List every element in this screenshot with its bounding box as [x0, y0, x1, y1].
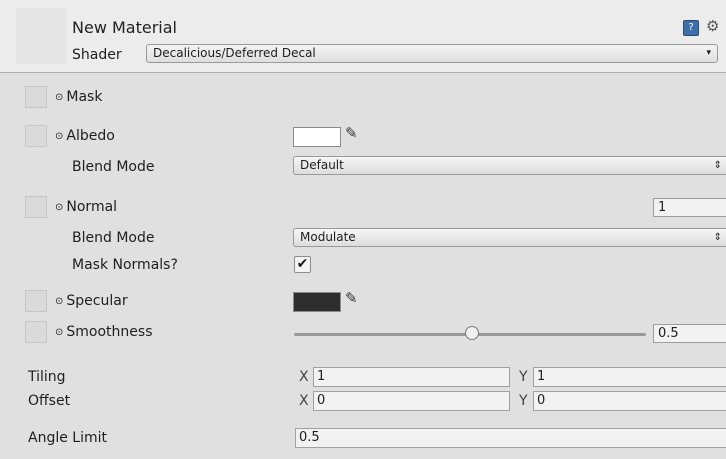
mask-label: ⊙ Mask — [55, 89, 103, 105]
shader-dropdown-value: Decalicious/Deferred Decal — [153, 46, 316, 60]
albedo-label: ⊙ Albedo — [55, 128, 115, 144]
eyedropper-icon[interactable]: ✎ — [345, 124, 358, 142]
material-title: New Material — [72, 18, 177, 37]
normal-label: ⊙ Normal — [55, 199, 118, 215]
mask-normals-label: Mask Normals? — [72, 257, 178, 273]
albedo-blend-mode-label: Blend Mode — [72, 159, 155, 175]
tiling-x-label: X — [299, 369, 309, 385]
chevron-down-icon: ▾ — [706, 48, 711, 58]
texture-dot-icon: ⊙ — [55, 131, 64, 142]
smoothness-texture-slot[interactable] — [25, 321, 47, 343]
updown-arrows-icon: ⇕ — [713, 160, 722, 171]
texture-dot-icon: ⊙ — [55, 296, 64, 307]
texture-dot-icon: ⊙ — [55, 92, 64, 103]
offset-y-label: Y — [519, 393, 528, 409]
offset-x-field[interactable]: 0 — [313, 391, 510, 411]
normal-texture-slot[interactable] — [25, 196, 47, 218]
albedo-blend-mode-value: Default — [300, 158, 344, 172]
help-book-icon[interactable]: ? — [683, 20, 699, 36]
tiling-y-field[interactable]: 1 — [533, 367, 726, 387]
smoothness-value-field[interactable]: 0.5 — [653, 324, 726, 343]
eyedropper-icon[interactable]: ✎ — [345, 289, 358, 307]
tiling-x-field[interactable]: 1 — [313, 367, 510, 387]
texture-dot-icon: ⊙ — [55, 327, 64, 338]
gear-icon[interactable]: ⚙ — [706, 17, 719, 35]
shader-label: Shader — [72, 47, 122, 63]
albedo-texture-slot[interactable] — [25, 125, 47, 147]
updown-arrows-icon: ⇕ — [713, 232, 722, 243]
offset-label: Offset — [28, 393, 71, 409]
angle-limit-field[interactable]: 0.5 — [295, 428, 726, 448]
normal-blend-mode-value: Modulate — [300, 230, 356, 244]
tiling-y-label: Y — [519, 369, 528, 385]
texture-dot-icon: ⊙ — [55, 202, 64, 213]
normal-strength-field[interactable]: 1 — [653, 198, 726, 217]
albedo-color-swatch[interactable] — [293, 127, 341, 147]
smoothness-slider-thumb[interactable] — [465, 326, 479, 340]
normal-blend-mode-label: Blend Mode — [72, 230, 155, 246]
tiling-label: Tiling — [28, 369, 66, 385]
mask-normals-checkbox[interactable]: ✔ — [294, 256, 311, 273]
shader-dropdown[interactable]: Decalicious/Deferred Decal ▾ — [146, 44, 718, 63]
normal-blend-mode-dropdown[interactable]: Modulate ⇕ — [293, 228, 726, 247]
offset-y-field[interactable]: 0 — [533, 391, 726, 411]
specular-texture-slot[interactable] — [25, 290, 47, 312]
angle-limit-label: Angle Limit — [28, 430, 107, 446]
mask-texture-slot[interactable] — [25, 86, 47, 108]
material-preview-thumbnail — [16, 8, 66, 64]
specular-label: ⊙ Specular — [55, 293, 128, 309]
offset-x-label: X — [299, 393, 309, 409]
albedo-blend-mode-dropdown[interactable]: Default ⇕ — [293, 156, 726, 175]
smoothness-label: ⊙ Smoothness — [55, 324, 153, 340]
specular-color-swatch[interactable] — [293, 292, 341, 312]
